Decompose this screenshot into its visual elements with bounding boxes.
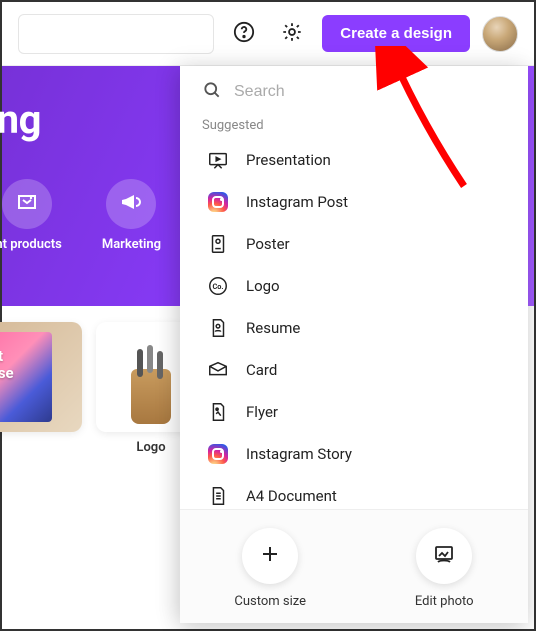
create-design-dropdown: Suggested Presentation Instagram Post Po… xyxy=(180,66,528,623)
plus-icon xyxy=(258,542,282,570)
instagram-icon xyxy=(206,442,230,466)
edit-photo-icon xyxy=(432,542,456,570)
svg-text:Co.: Co. xyxy=(212,282,223,291)
suggestion-presentation[interactable]: Presentation xyxy=(202,139,518,181)
suggestion-resume[interactable]: Resume xyxy=(202,307,518,349)
suggestion-instagram-post[interactable]: Instagram Post xyxy=(202,181,518,223)
suggestion-instagram-story[interactable]: Instagram Story xyxy=(202,433,518,475)
hero-category-marketing[interactable]: Marketing xyxy=(102,179,161,252)
suggestion-label: Flyer xyxy=(246,403,278,421)
thumbnail-art-showcase[interactable]: Artcase xyxy=(0,322,82,432)
suggestion-a4-document[interactable]: A4 Document xyxy=(202,475,518,509)
suggestion-label: Instagram Post xyxy=(246,193,348,211)
edit-photo-button[interactable]: Edit photo xyxy=(415,528,474,609)
avatar[interactable] xyxy=(482,16,518,52)
help-button[interactable] xyxy=(226,16,262,52)
suggestion-label: A4 Document xyxy=(246,487,337,505)
panel-footer: Custom size Edit photo xyxy=(180,509,528,623)
global-search-box[interactable] xyxy=(18,14,214,54)
card-icon xyxy=(206,358,230,382)
resume-icon xyxy=(206,316,230,340)
megaphone-icon xyxy=(119,190,143,218)
hero-category-label: int products xyxy=(0,237,62,252)
logo-co-icon: Co. xyxy=(206,274,230,298)
footer-button-label: Custom size xyxy=(234,594,306,609)
panel-search-row xyxy=(180,66,528,112)
suggestion-logo[interactable]: Co. Logo xyxy=(202,265,518,307)
footer-button-label: Edit photo xyxy=(415,594,474,609)
hero-category-label: Marketing xyxy=(102,237,161,252)
suggestion-label: Resume xyxy=(246,319,300,337)
panel-scroll-area[interactable]: Suggested Presentation Instagram Post Po… xyxy=(180,112,528,509)
suggestion-poster[interactable]: Poster xyxy=(202,223,518,265)
help-circle-icon xyxy=(233,21,255,47)
suggestion-flyer[interactable]: Flyer xyxy=(202,391,518,433)
a4-doc-icon xyxy=(206,484,230,508)
suggestion-label: Instagram Story xyxy=(246,445,352,463)
suggestion-label: Poster xyxy=(246,235,290,253)
suggestion-label: Card xyxy=(246,361,277,379)
flyer-icon xyxy=(206,400,230,424)
gear-icon xyxy=(281,21,303,47)
print-icon xyxy=(15,190,39,218)
panel-search-input[interactable] xyxy=(234,83,506,101)
create-design-button[interactable]: Create a design xyxy=(322,15,470,52)
suggestion-card[interactable]: Card xyxy=(202,349,518,391)
thumbnail-caption: Logo xyxy=(136,440,165,455)
search-icon xyxy=(202,80,222,104)
suggested-heading: Suggested xyxy=(202,118,518,133)
presentation-icon xyxy=(206,148,230,172)
hero-category-print[interactable]: int products xyxy=(0,179,62,252)
top-bar: Create a design xyxy=(2,2,534,66)
suggestion-list: Presentation Instagram Post Poster Co. L… xyxy=(202,139,518,509)
thumb-badge-text: case xyxy=(0,364,14,382)
settings-button[interactable] xyxy=(274,16,310,52)
instagram-icon xyxy=(206,190,230,214)
suggestion-label: Presentation xyxy=(246,151,331,169)
thumb-badge-text: Art xyxy=(0,347,3,365)
poster-icon xyxy=(206,232,230,256)
thumbnail-card: Artcase xyxy=(0,322,82,455)
template-thumbnails: Artcase Logo xyxy=(2,322,206,455)
suggestion-label: Logo xyxy=(246,277,280,295)
custom-size-button[interactable]: Custom size xyxy=(234,528,306,609)
